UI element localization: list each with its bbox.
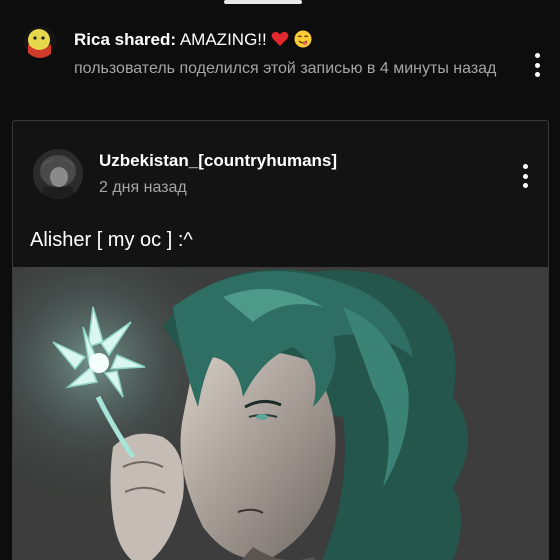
share-header: Rica shared: AMAZING!! пользователь поде…: [0, 20, 560, 110]
share-title: Rica shared: AMAZING!!: [74, 30, 312, 50]
share-message: AMAZING!!: [179, 30, 267, 49]
post-author-name[interactable]: Uzbekistan_[countryhumans]: [99, 151, 337, 171]
more-vertical-icon[interactable]: [525, 50, 549, 80]
shared-post-card[interactable]: Uzbekistan_[countryhumans] 2 дня назад A…: [12, 120, 549, 560]
post-text: Alisher [ my oc ] :^: [30, 229, 193, 251]
page: Rica shared: AMAZING!! пользователь поде…: [0, 0, 560, 560]
post-author-avatar[interactable]: [33, 149, 83, 199]
sharer-avatar[interactable]: [24, 26, 56, 58]
more-vertical-icon[interactable]: [513, 161, 537, 191]
heart-emoji-icon: [271, 30, 294, 49]
share-subtitle: пользователь поделился этой записью в 4 …: [74, 60, 497, 77]
post-timestamp: 2 дня назад: [99, 179, 187, 196]
top-indicator: [224, 0, 302, 4]
post-image[interactable]: [13, 267, 548, 560]
sharer-name[interactable]: Rica shared:: [74, 30, 176, 49]
savoring-face-emoji-icon: [294, 30, 312, 49]
